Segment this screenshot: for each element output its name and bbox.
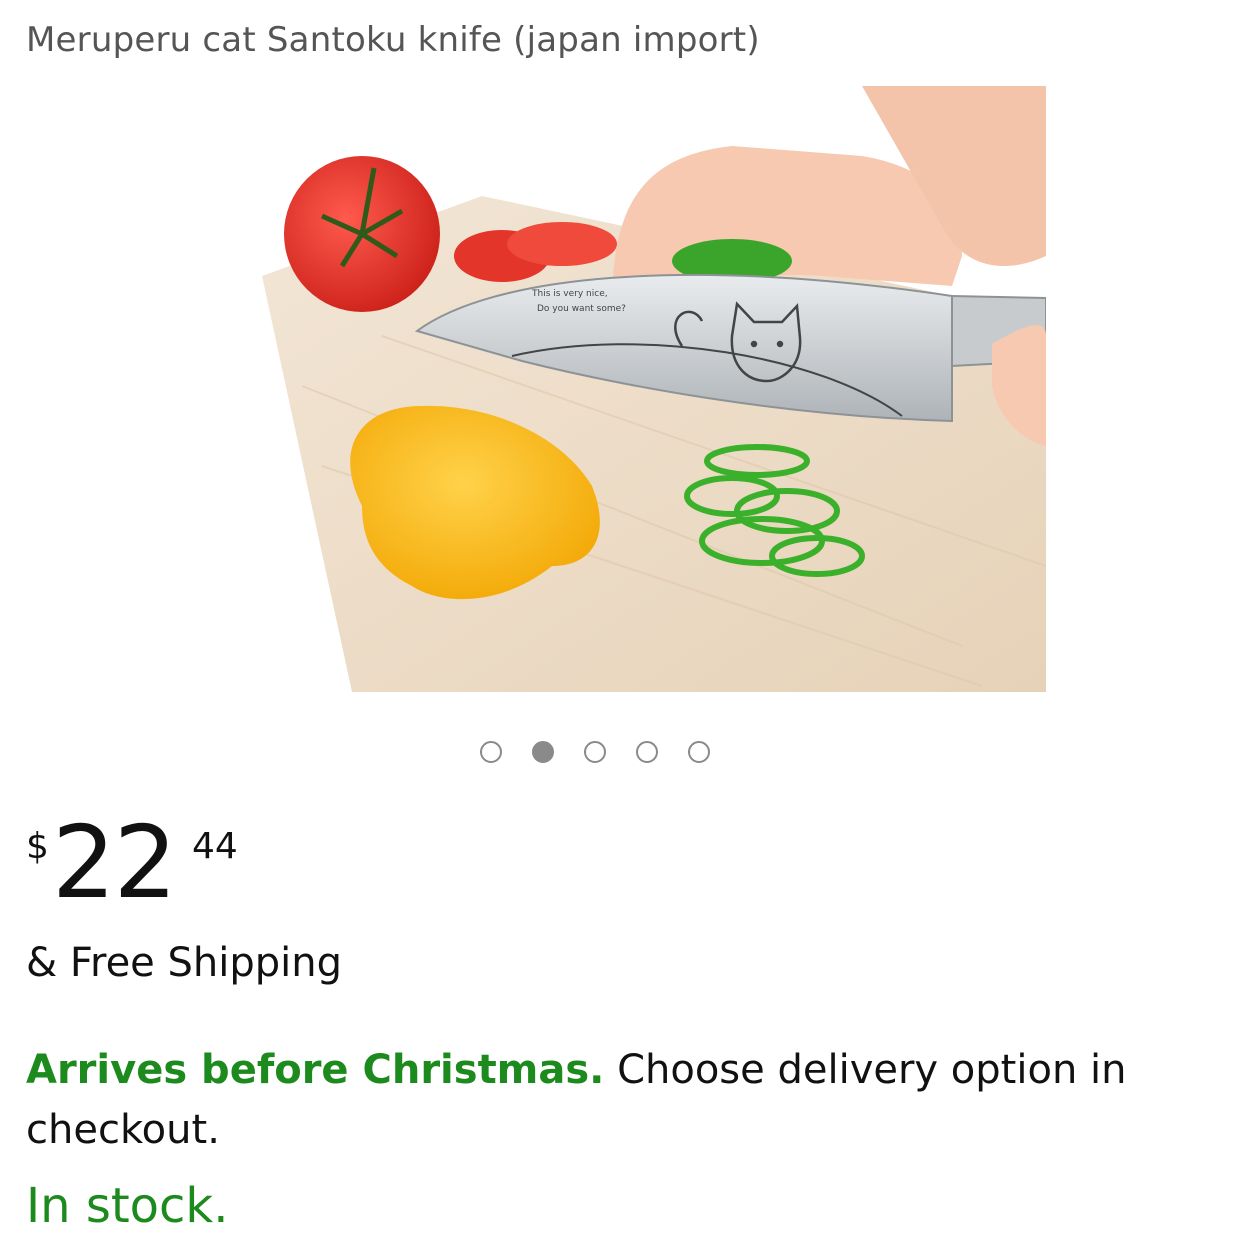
knife-engraving-line-1: This is very nice, bbox=[531, 289, 608, 299]
product-photo: This is very nice, Do you want some? bbox=[262, 86, 1046, 692]
carousel-dot-4[interactable] bbox=[636, 741, 658, 763]
delivery-message: Arrives before Christmas. Choose deliver… bbox=[26, 1040, 1206, 1160]
image-carousel-indicator[interactable] bbox=[480, 741, 710, 763]
carousel-dot-5[interactable] bbox=[688, 741, 710, 763]
delivery-highlight: Arrives before Christmas. bbox=[26, 1047, 605, 1093]
price-fraction: 44 bbox=[192, 826, 238, 867]
carousel-dot-3[interactable] bbox=[584, 741, 606, 763]
carousel-dot-2-active[interactable] bbox=[532, 741, 554, 763]
price-whole: 22 bbox=[52, 804, 177, 921]
shipping-info: & Free Shipping bbox=[26, 940, 342, 986]
carousel-dot-1[interactable] bbox=[480, 741, 502, 763]
knife-engraving-line-2: Do you want some? bbox=[537, 304, 626, 314]
price-currency: $ bbox=[26, 826, 49, 867]
product-image[interactable]: This is very nice, Do you want some? bbox=[262, 86, 1046, 692]
product-title: Meruperu cat Santoku knife (japan import… bbox=[26, 20, 760, 60]
stock-status: In stock. bbox=[26, 1178, 229, 1234]
